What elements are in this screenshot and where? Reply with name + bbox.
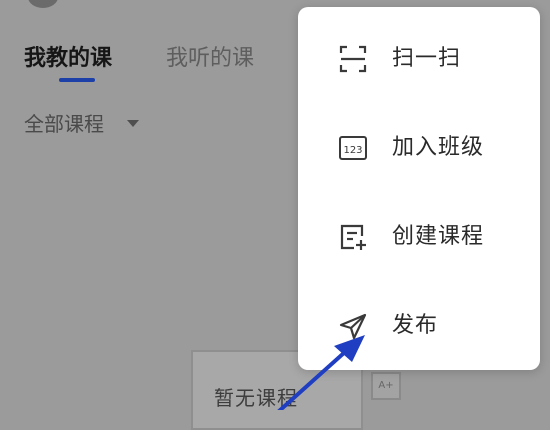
menu-item-label: 扫一扫 (392, 46, 462, 71)
join-class-icon: 123 (339, 136, 367, 160)
scan-icon (339, 45, 367, 73)
empty-state-text: 暂无课程 (214, 386, 298, 410)
create-course-icon (340, 224, 366, 250)
action-menu: 扫一扫 123 加入班级 创建课程 发布 (298, 7, 540, 370)
tab-my-attending-courses[interactable]: 我听的课 (166, 44, 254, 74)
menu-item-label: 发布 (392, 313, 439, 338)
menu-item-label: 创建课程 (392, 224, 485, 249)
menu-item-publish[interactable]: 发布 (298, 296, 540, 356)
caret-down-icon (127, 120, 139, 127)
avatar[interactable] (28, 0, 58, 8)
course-filter-dropdown[interactable]: 全部课程 (24, 110, 104, 138)
menu-item-create-course[interactable]: 创建课程 (298, 207, 540, 267)
menu-item-scan[interactable]: 扫一扫 (298, 29, 540, 89)
menu-item-label: 加入班级 (392, 135, 485, 160)
send-icon (339, 313, 367, 340)
menu-item-join-class[interactable]: 123 加入班级 (298, 118, 540, 178)
tab-my-teaching-courses[interactable]: 我教的课 (24, 44, 112, 74)
svg-text:123: 123 (343, 145, 362, 156)
active-tab-indicator (59, 78, 95, 82)
font-size-icon: A+ (371, 372, 401, 400)
